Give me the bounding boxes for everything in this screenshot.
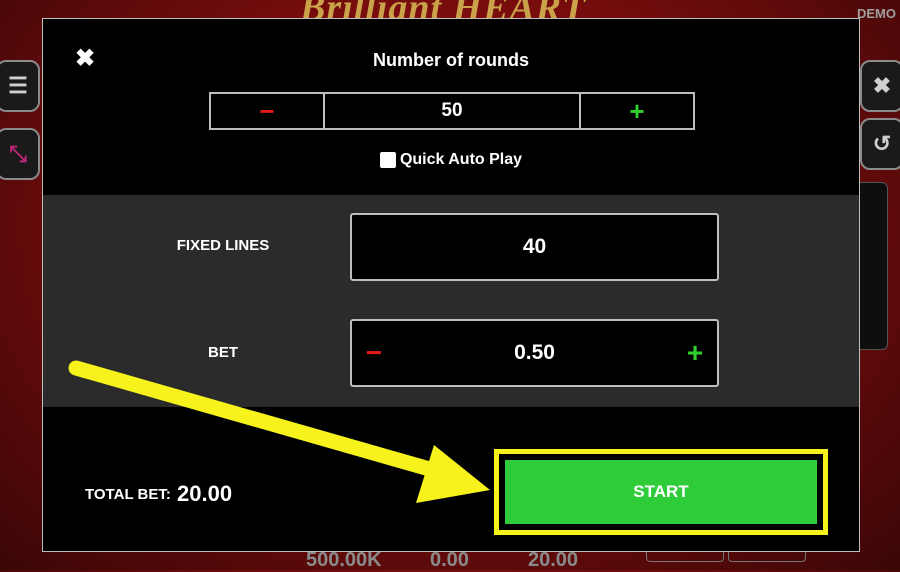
rounds-value[interactable]: 50: [323, 94, 581, 128]
minus-icon: −: [259, 95, 275, 126]
rounds-decrease-button[interactable]: −: [211, 94, 323, 128]
balance-stat: 500.00K: [306, 549, 382, 571]
rounds-stepper: − 50 +: [209, 92, 695, 130]
quick-auto-play-checkbox[interactable]: [379, 152, 396, 168]
start-button[interactable]: START: [505, 460, 817, 524]
fixed-lines-field: 40: [350, 213, 719, 281]
autoplay-dialog: ✖ Number of rounds − 50 + Quick Auto Pla…: [42, 18, 860, 552]
bet-settings-panel: FIXED LINES 40 BET − 0.50 +: [43, 195, 859, 407]
quick-auto-play-toggle[interactable]: Quick Auto Play: [43, 151, 859, 169]
fullscreen-icon: ⤡: [9, 141, 27, 166]
bet-label: BET: [208, 344, 238, 361]
menu-button[interactable]: ☰: [0, 60, 40, 112]
bet-field: − 0.50 +: [350, 319, 719, 387]
demo-label: DEMO: [857, 6, 896, 21]
side-panel: [856, 182, 888, 350]
rounds-increase-button[interactable]: +: [581, 94, 693, 128]
start-highlight: START: [494, 449, 828, 535]
fixed-lines-value: 40: [522, 235, 547, 258]
close-game-button[interactable]: ✖: [860, 60, 900, 112]
plus-icon: +: [686, 337, 704, 368]
bottom-control-box: [646, 551, 724, 562]
bet-stat: 20.00: [528, 549, 579, 571]
win-stat: 0.00: [430, 549, 469, 571]
bet-value: 0.50: [514, 341, 555, 364]
minus-icon: −: [365, 337, 383, 368]
history-button[interactable]: ↺: [860, 118, 900, 170]
bottom-control-box: [728, 551, 806, 562]
total-bet-label: TOTAL BET:: [85, 486, 171, 503]
history-icon: ↺: [872, 131, 892, 156]
fullscreen-button[interactable]: ⤡: [0, 128, 40, 180]
bet-increase-button[interactable]: +: [675, 321, 715, 385]
bet-decrease-button[interactable]: −: [354, 321, 394, 385]
close-icon: ✖: [872, 73, 892, 98]
plus-icon: +: [629, 95, 645, 126]
rounds-title: Number of rounds: [373, 50, 529, 70]
fixed-lines-label: FIXED LINES: [176, 237, 270, 254]
menu-icon: ☰: [8, 73, 28, 98]
quick-auto-play-label: Quick Auto Play: [399, 151, 523, 168]
total-bet-value: 20.00: [177, 481, 233, 506]
